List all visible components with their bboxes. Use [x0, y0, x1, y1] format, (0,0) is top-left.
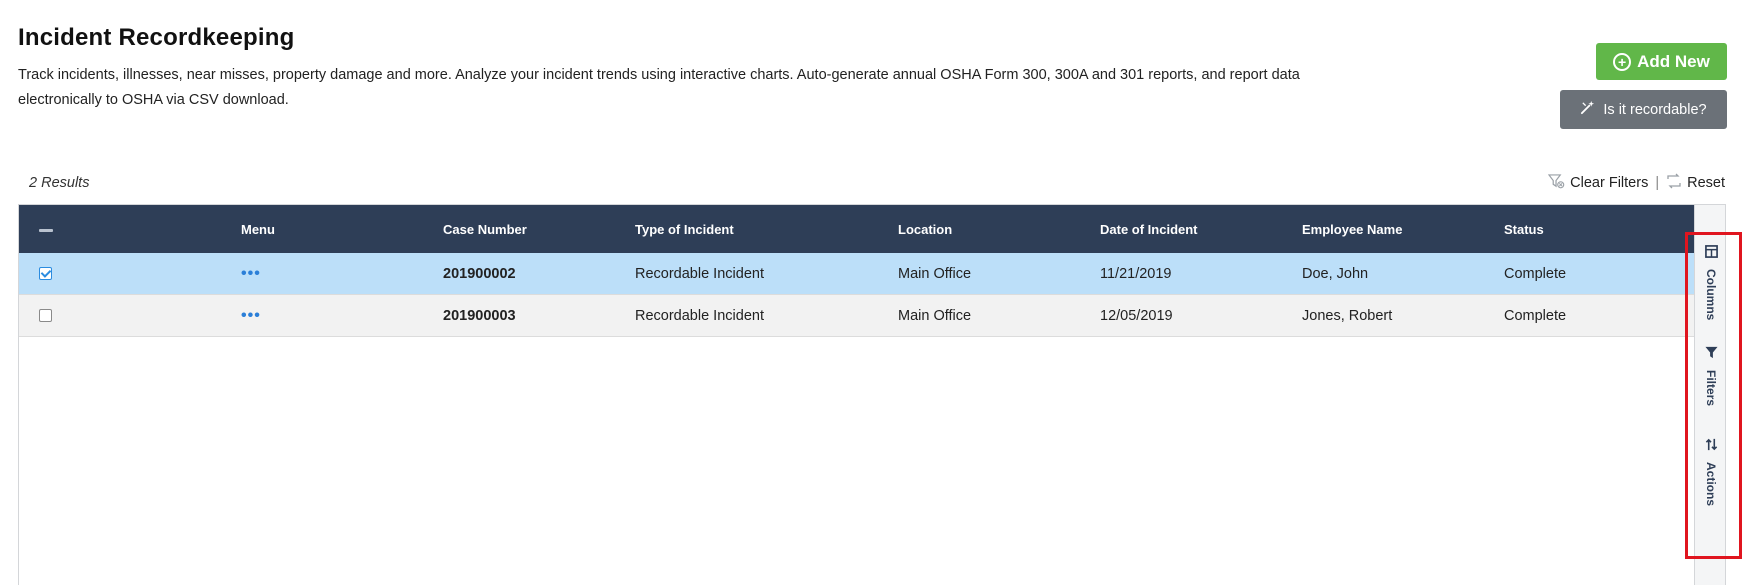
filters-tab[interactable]: Filters [1697, 346, 1725, 406]
row-checkbox[interactable] [39, 267, 52, 280]
table-row[interactable]: ••• 201900002 Recordable Incident Main O… [19, 253, 1695, 295]
incident-type-cell: Recordable Incident [635, 265, 764, 282]
magic-wand-icon [1580, 100, 1595, 119]
row-checkbox-cell [19, 267, 221, 280]
column-header-case-number[interactable]: Case Number [423, 222, 625, 237]
row-menu-dots-icon[interactable]: ••• [241, 265, 261, 282]
filter-links: Clear Filters | Reset [1547, 173, 1725, 193]
table-header: Menu Case Number Type of Incident Locati… [19, 205, 1695, 253]
table-row[interactable]: ••• 201900003 Recordable Incident Main O… [19, 295, 1695, 337]
date-cell: 11/21/2019 [1100, 265, 1172, 282]
filters-tab-label: Filters [1704, 370, 1718, 407]
column-header-type-of-incident[interactable]: Type of Incident [625, 222, 886, 237]
employee-name-cell: Jones, Robert [1302, 307, 1393, 324]
sort-arrows-icon [1705, 438, 1718, 456]
reset-link[interactable]: Reset [1666, 173, 1725, 193]
plus-circle-icon: + [1613, 52, 1632, 71]
incident-table: Menu Case Number Type of Incident Locati… [18, 204, 1726, 585]
add-new-button[interactable]: + Add New [1596, 43, 1727, 80]
is-it-recordable-label: Is it recordable? [1603, 101, 1707, 118]
column-header-employee-name[interactable]: Employee Name [1290, 222, 1492, 237]
page-description: Track incidents, illnesses, near misses,… [18, 67, 1300, 108]
add-new-label: Add New [1637, 51, 1710, 71]
deselect-all-icon [39, 228, 53, 232]
columns-icon [1704, 245, 1718, 263]
filter-separator: | [1655, 175, 1660, 191]
employee-name-cell: Doe, John [1302, 265, 1369, 282]
clear-filter-icon [1547, 173, 1565, 193]
actions-tab-label: Actions [1704, 462, 1718, 507]
row-checkbox-cell [19, 309, 221, 322]
table-body-area: Menu Case Number Type of Incident Locati… [19, 205, 1695, 585]
case-number-cell: 201900002 [443, 265, 516, 282]
actions-tab[interactable]: Actions [1697, 438, 1725, 506]
select-all-toggle[interactable] [19, 222, 221, 237]
side-tool-panel: Columns Filters Actions [1694, 205, 1725, 585]
row-menu-cell: ••• [221, 307, 423, 325]
case-number-cell: 201900003 [443, 307, 516, 324]
columns-tab[interactable]: Columns [1697, 245, 1725, 320]
reset-label: Reset [1687, 175, 1725, 191]
clear-filters-link[interactable]: Clear Filters [1547, 173, 1649, 193]
column-header-status[interactable]: Status [1492, 222, 1695, 237]
status-cell: Complete [1504, 265, 1567, 282]
column-header-menu[interactable]: Menu [221, 222, 423, 237]
row-checkbox[interactable] [39, 309, 52, 322]
location-cell: Main Office [898, 307, 972, 324]
row-menu-dots-icon[interactable]: ••• [241, 307, 261, 324]
location-cell: Main Office [898, 265, 972, 282]
incident-type-cell: Recordable Incident [635, 307, 764, 324]
row-menu-cell: ••• [221, 265, 423, 283]
is-it-recordable-button[interactable]: Is it recordable? [1560, 90, 1727, 129]
clear-filters-label: Clear Filters [1570, 175, 1649, 191]
reset-icon [1666, 173, 1682, 193]
page-title: Incident Recordkeeping [18, 24, 295, 51]
results-count: 2 Results [29, 175, 90, 191]
status-cell: Complete [1504, 307, 1567, 324]
columns-tab-label: Columns [1704, 269, 1718, 321]
column-header-location[interactable]: Location [886, 222, 1088, 237]
date-cell: 12/05/2019 [1100, 307, 1173, 324]
filter-funnel-icon [1704, 346, 1718, 364]
column-header-date-of-incident[interactable]: Date of Incident [1088, 222, 1290, 237]
